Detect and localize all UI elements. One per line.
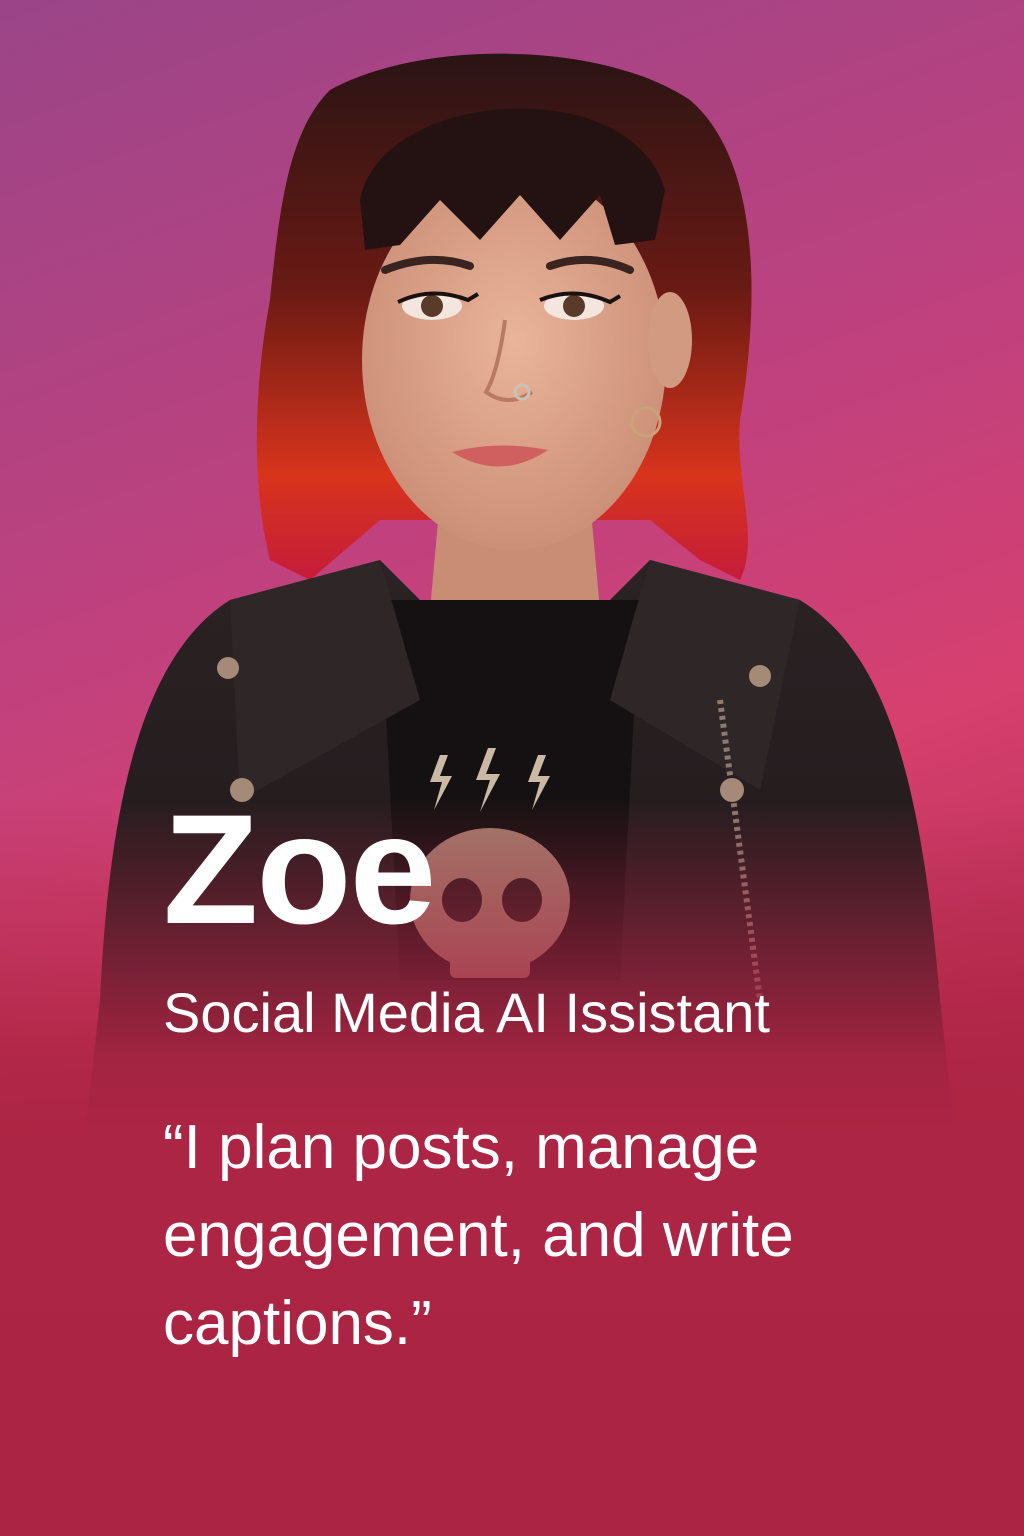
profile-card: Zoe Social Media AI Issistant “I plan po…: [0, 0, 1024, 1536]
profile-quote: “I plan posts, manage engagement, and wr…: [163, 1113, 794, 1358]
profile-name: Zoe: [163, 783, 436, 957]
profile-role: Social Media AI Issistant: [163, 981, 770, 1044]
